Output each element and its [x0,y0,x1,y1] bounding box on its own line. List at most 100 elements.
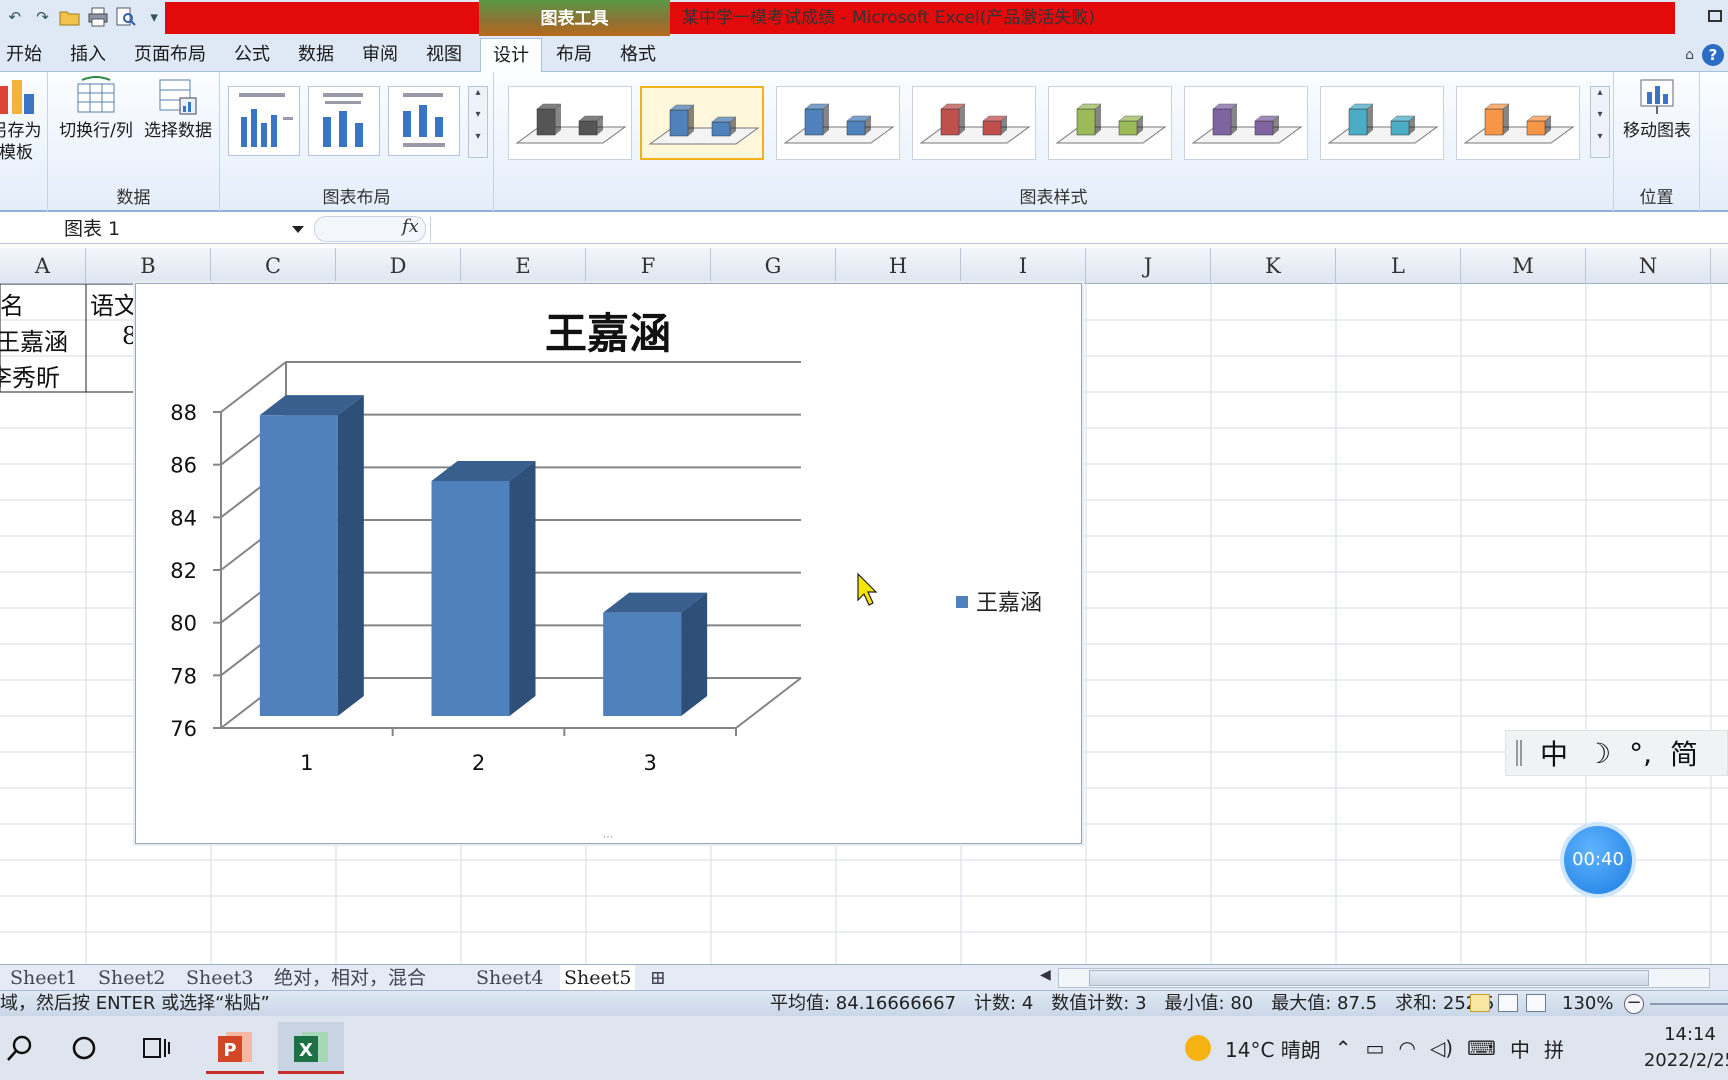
column-header-j[interactable]: J [1086,248,1211,284]
cortana-icon[interactable] [58,1022,110,1074]
open-folder-icon[interactable] [59,6,81,28]
taskbar-excel-button[interactable]: X [278,1022,344,1074]
ime-lang-toggle[interactable]: 中 [1540,733,1568,773]
sheet-tab-1[interactable]: Sheet1 [10,965,77,991]
column-header-g[interactable]: G [711,248,836,284]
taskbar-search-icon[interactable] [0,1022,46,1074]
tab-format[interactable]: 格式 [616,38,660,72]
chart-layout-3[interactable] [388,86,460,156]
tab-layout[interactable]: 布局 [552,38,596,72]
tab-design[interactable]: 设计 [480,38,542,73]
chart-style-2[interactable] [640,86,764,160]
column-header-b[interactable]: B [86,248,211,284]
chart-title[interactable]: 王嘉涵 [545,309,671,358]
sheet-tab-2[interactable]: Sheet2 [98,965,165,991]
page-break-view-icon[interactable] [1526,994,1546,1012]
tab-insert[interactable]: 插入 [66,38,110,72]
zoom-slider[interactable] [1650,1003,1728,1005]
move-chart-button[interactable]: 移动图表 [1614,76,1700,142]
column-header-c[interactable]: C [211,248,336,284]
chart-style-6[interactable] [1184,86,1308,160]
tab-formulas[interactable]: 公式 [230,38,274,72]
chart-style-8[interactable] [1456,86,1580,160]
save-as-template-button[interactable]: 另存为 模板 [0,76,46,164]
column-header-l[interactable]: L [1336,248,1461,284]
print-icon[interactable] [87,6,109,28]
tray-ime-pinyin[interactable]: 拼 [1544,1034,1564,1063]
chart-style-gallery-scroll[interactable]: ▴ ▾ ▾ [1590,86,1610,158]
chart-style-5[interactable] [1048,86,1172,160]
tab-page-layout[interactable]: 页面布局 [130,38,210,72]
column-header-f[interactable]: F [586,248,711,284]
chart-resize-handle-bottom[interactable]: ⋯ [603,832,613,843]
restore-window-icon[interactable] [1708,10,1722,22]
legend-series-label[interactable]: 王嘉涵 [976,591,1042,616]
tab-data[interactable]: 数据 [294,38,338,72]
normal-view-icon[interactable] [1470,994,1490,1012]
zoom-out-button[interactable]: − [1624,994,1644,1014]
recording-timer[interactable]: 00:40 [1564,826,1632,894]
chart-object[interactable]: 王嘉涵 76 78 80 82 84 86 88 1 2 3 王嘉涵 ⋯ [135,283,1082,844]
tab-home[interactable]: 开始 [2,38,46,72]
column-header-n[interactable]: N [1586,248,1711,284]
taskbar-powerpoint-button[interactable]: P [206,1022,264,1074]
chart-layout-1[interactable] [228,86,300,156]
column-header-m[interactable]: M [1461,248,1586,284]
minimize-ribbon-icon[interactable]: ⌂ [1685,47,1694,63]
customize-qat-icon[interactable]: ▾ [143,6,165,28]
ime-punctuation-toggle[interactable]: °, [1629,737,1652,770]
chart-style-3[interactable] [776,86,900,160]
insert-sheet-icon[interactable]: ⊞ [650,965,666,991]
battery-icon[interactable]: ▭ [1366,1036,1385,1060]
tray-ime-lang[interactable]: 中 [1510,1034,1530,1063]
chart-style-4[interactable] [912,86,1036,160]
task-view-icon[interactable] [130,1022,182,1074]
column-header-i[interactable]: I [961,248,1086,284]
column-header-k[interactable]: K [1211,248,1336,284]
page-layout-view-icon[interactable] [1498,994,1518,1012]
weather-text[interactable]: 14°C 晴朗 [1225,1034,1321,1063]
chart-layout-2[interactable] [308,86,380,156]
bar-front[interactable] [431,481,510,716]
wifi-icon[interactable]: ◠ [1398,1036,1415,1060]
scroll-left-icon[interactable]: ◀ [1040,967,1051,983]
volume-icon[interactable]: ◁) [1430,1036,1453,1060]
insert-function-button[interactable]: fx [402,216,419,237]
cell-a2[interactable]: 王嘉涵 [0,322,68,357]
chart-style-7[interactable] [1320,86,1444,160]
undo-icon[interactable]: ↶ [4,6,26,28]
sheet-tab-6[interactable]: Sheet5 [560,965,636,991]
sheet-tab-3[interactable]: Sheet3 [186,965,253,991]
print-preview-icon[interactable] [115,6,137,28]
switch-row-column-button[interactable]: 切换行/列 [54,76,138,142]
tab-view[interactable]: 视图 [422,38,466,72]
weather-sun-icon[interactable] [1185,1035,1211,1061]
name-box[interactable]: 图表 1 [0,216,310,242]
ime-moon-icon[interactable]: ☽ [1586,737,1611,770]
sheet-tab-5[interactable]: Sheet4 [476,965,543,991]
cell-b1[interactable]: 语文 [90,286,138,321]
chart-layout-gallery-scroll[interactable]: ▴ ▾ ▾ [468,86,488,158]
ime-script-toggle[interactable]: 简 [1670,733,1698,773]
redo-icon[interactable]: ↷ [32,6,54,28]
horizontal-scrollbar[interactable] [1058,968,1710,988]
bar-front[interactable] [603,612,682,716]
tab-review[interactable]: 审阅 [358,38,402,72]
zoom-level[interactable]: 130% [1562,991,1613,1017]
keyboard-icon[interactable]: ⌨ [1467,1036,1496,1060]
clock[interactable]: 14:14 2022/2/25 [1630,1022,1728,1074]
cell-a3[interactable]: 李秀昕 [0,358,60,393]
column-header-e[interactable]: E [461,248,586,284]
chart-style-1[interactable] [508,86,632,160]
cell-a1[interactable]: 名 [0,286,24,321]
tray-overflow-icon[interactable]: ⌃ [1335,1036,1352,1060]
bar-front[interactable] [259,415,338,716]
formula-input[interactable] [430,216,1728,242]
sheet-tab-4[interactable]: 绝对，相对，混合 [274,965,426,991]
name-box-dropdown-icon[interactable] [292,226,304,233]
help-icon[interactable]: ? [1702,44,1724,66]
select-data-button[interactable]: 选择数据 [138,76,218,142]
horizontal-scroll-thumb[interactable] [1089,970,1649,986]
column-header-a[interactable]: A [0,248,86,284]
ime-grip-icon[interactable] [1516,740,1522,766]
